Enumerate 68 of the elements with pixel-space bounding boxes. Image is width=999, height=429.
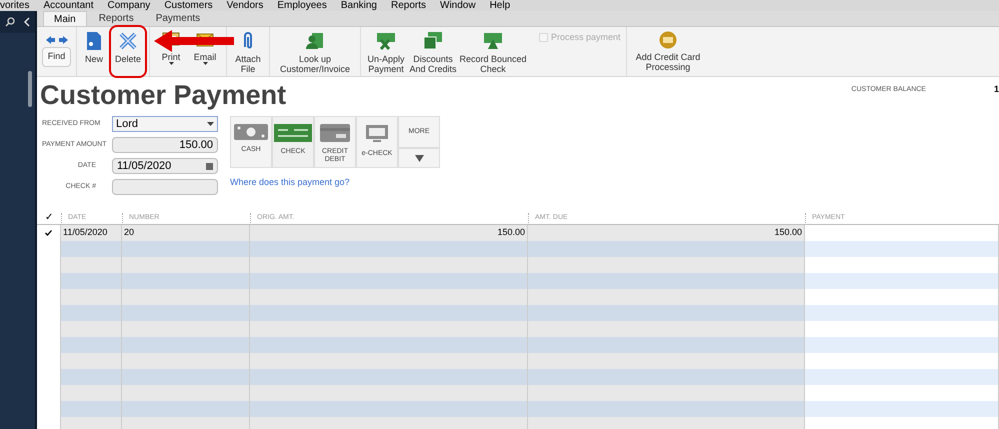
menu-item[interactable]: Reports	[390, 0, 426, 11]
paperclip-icon	[242, 31, 254, 51]
scrollbar-thumb[interactable]	[28, 71, 32, 107]
card-icon	[320, 124, 350, 142]
toolbar-button[interactable]: Record Bounced Check	[459, 27, 527, 76]
money-stack-icon	[422, 31, 444, 51]
chevron-left-icon[interactable]	[24, 17, 30, 27]
menu-item[interactable]: Customers	[164, 0, 213, 11]
toolbar-button[interactable]: Un-Apply Payment	[365, 27, 407, 76]
document-icon	[86, 31, 102, 51]
table-cell	[61, 321, 122, 337]
customer-balance-value: 1	[994, 83, 999, 96]
tab[interactable]: Payments	[146, 11, 210, 26]
where-payment-link[interactable]: Where does this payment go?	[230, 176, 440, 190]
table-cell	[61, 241, 122, 257]
arrow-left-icon[interactable]	[46, 36, 54, 44]
payment-amount-field[interactable]: 150.00	[112, 137, 218, 153]
credit-card-coin-icon	[659, 31, 677, 49]
person-document-icon	[305, 31, 325, 51]
find-button[interactable]: Find	[42, 47, 72, 67]
toolbar-button[interactable]: Discounts And Credits	[407, 27, 459, 76]
menu-item[interactable]: Accountant	[43, 0, 94, 11]
menu-item[interactable]: Company	[108, 0, 150, 11]
menu-item[interactable]: vorites	[0, 0, 30, 11]
table-cell	[61, 353, 122, 369]
table-cell	[61, 305, 122, 321]
money-x-icon	[375, 31, 397, 51]
add-credit-card-button[interactable]: Add Credit Card Processing	[630, 27, 706, 76]
table-cell	[61, 289, 122, 305]
table-cell: 20	[122, 225, 250, 241]
menu-item[interactable]: Window	[440, 0, 476, 11]
toolbar-button[interactable]: Attach File	[231, 27, 265, 76]
table-cell	[61, 257, 122, 273]
cash-icon	[234, 124, 268, 140]
table-cell	[61, 337, 122, 353]
table-cell	[61, 417, 122, 429]
process-payment-label: Process payment	[551, 31, 621, 44]
more-dropdown-button[interactable]	[398, 148, 440, 168]
menu-item[interactable]: Vendors	[226, 0, 264, 11]
toolbar-button[interactable]: New	[77, 27, 111, 76]
arrow-right-icon[interactable]	[58, 36, 68, 44]
tab[interactable]: Reports	[88, 11, 144, 26]
check-number-field[interactable]	[112, 179, 218, 195]
monitor-icon	[365, 124, 389, 144]
check-icon	[274, 124, 312, 142]
page-title: Customer Payment	[39, 79, 286, 111]
menu-item[interactable]: Employees	[277, 0, 327, 11]
menu-item[interactable]: Help	[490, 0, 510, 11]
date-field[interactable]: 11/05/2020	[112, 158, 218, 174]
table-cell	[61, 385, 122, 401]
toolbar-button[interactable]: Delete	[111, 27, 145, 76]
caret-down-icon	[207, 122, 214, 126]
table-cell: 150.00	[250, 225, 528, 241]
delete-icon	[118, 31, 138, 51]
calendar-icon[interactable]	[206, 162, 213, 170]
table-cell	[61, 369, 122, 385]
table-cell: 11/05/2020	[61, 225, 122, 241]
search-icon[interactable]	[4, 17, 15, 27]
table-cell	[61, 273, 122, 289]
checkmark-icon	[45, 230, 52, 236]
received-from-dropdown[interactable]: Lord	[112, 116, 218, 132]
table-cell: 150.00	[528, 225, 805, 241]
menu-item[interactable]: Banking	[340, 0, 377, 11]
toolbar-button[interactable]: Look up Customer/Invoice	[274, 27, 356, 76]
table-cell	[61, 401, 122, 417]
check-column-header: ✓	[44, 213, 54, 223]
triangle-down-icon	[414, 154, 424, 162]
tab[interactable]: Main	[43, 11, 87, 26]
